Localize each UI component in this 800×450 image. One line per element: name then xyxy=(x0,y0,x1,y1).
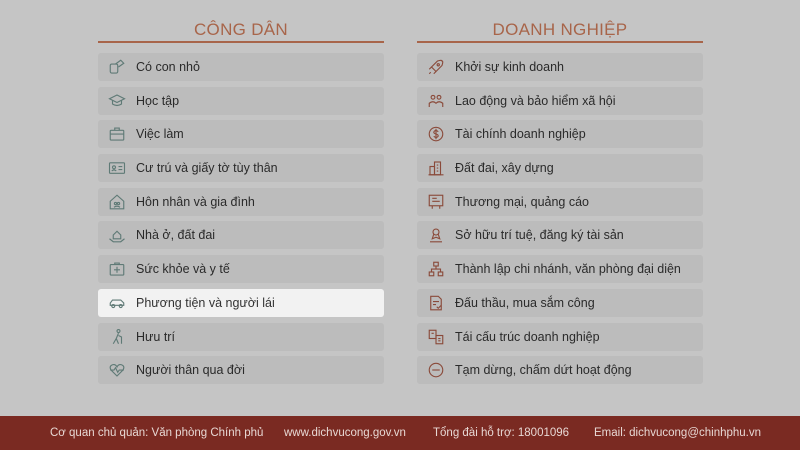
footer-email[interactable]: Email: dichvucong@chinhphu.vn xyxy=(594,427,761,439)
business-title-divider xyxy=(417,41,703,43)
citizen-item-label: Có con nhỏ xyxy=(136,60,200,74)
citizen-item-label: Hôn nhân và gia đình xyxy=(136,194,255,209)
citizen-item-residence[interactable]: Cư trú và giấy tờ tùy thân xyxy=(98,154,384,183)
restructure-icon xyxy=(426,327,446,347)
business-item-label: Thành lập chi nhánh, văn phòng đại diện xyxy=(455,262,681,277)
workers-icon xyxy=(426,91,446,111)
family-home-icon xyxy=(107,192,127,212)
citizen-item-employment[interactable]: Việc làm xyxy=(98,120,384,149)
building-icon xyxy=(426,158,446,178)
business-item-land[interactable]: Đất đai, xây dựng xyxy=(417,154,703,183)
business-item-finance[interactable]: Tài chính doanh nghiệp xyxy=(417,120,703,149)
footer-hotline: Tổng đài hỗ trợ: 18001096 xyxy=(433,427,570,439)
citizen-item-health[interactable]: Sức khỏe và y tế xyxy=(98,255,384,284)
org-chart-icon xyxy=(426,259,446,279)
citizen-item-label: Phương tiện và người lái xyxy=(136,295,275,310)
business-item-suspend[interactable]: Tạm dừng, chấm dứt hoạt động xyxy=(417,356,703,385)
business-item-label: Sở hữu trí tuệ, đăng ký tài sản xyxy=(455,228,624,243)
business-item-startup[interactable]: Khởi sự kinh doanh xyxy=(417,53,703,81)
citizen-item-housing[interactable]: Nhà ở, đất đai xyxy=(98,221,384,250)
citizen-item-label: Sức khỏe và y tế xyxy=(136,262,230,277)
footer: Cơ quan chủ quản: Văn phòng Chính phủ ww… xyxy=(0,416,800,450)
car-icon xyxy=(107,293,127,313)
business-item-label: Tạm dừng, chấm dứt hoạt động xyxy=(455,363,632,378)
citizen-title-divider xyxy=(98,41,384,43)
citizen-column: CÔNG DÂN Có con nhỏ Học tập Việc làm Cư … xyxy=(98,0,384,385)
business-column-title: DOANH NGHIỆP xyxy=(492,20,628,39)
business-item-labor[interactable]: Lao động và bảo hiểm xã hội xyxy=(417,86,703,115)
medical-kit-icon xyxy=(107,259,127,279)
rocket-icon xyxy=(426,57,446,77)
citizen-item-label: Nhà ở, đất đai xyxy=(136,228,216,243)
business-item-label: Tài chính doanh nghiệp xyxy=(455,127,586,142)
document-check-icon xyxy=(426,293,446,313)
id-card-icon xyxy=(107,158,127,178)
business-item-label: Đất đai, xây dựng xyxy=(455,161,554,176)
business-list: Khởi sự kinh doanh Lao động và bảo hiểm … xyxy=(417,53,703,385)
citizen-item-marriage[interactable]: Hôn nhân và gia đình xyxy=(98,187,384,216)
minus-circle-icon xyxy=(426,360,446,380)
citizen-list: Có con nhỏ Học tập Việc làm Cư trú và gi… xyxy=(98,53,384,385)
citizen-item-vehicles[interactable]: Phương tiện và người lái xyxy=(98,288,384,317)
graduation-cap-icon xyxy=(107,91,127,111)
footer-agency: Cơ quan chủ quản: Văn phòng Chính phủ xyxy=(50,427,264,439)
citizen-item-label: Việc làm xyxy=(136,127,184,142)
house-land-icon xyxy=(107,225,127,245)
citizen-item-label: Người thân qua đời xyxy=(136,363,245,378)
citizen-item-label: Học tập xyxy=(136,93,180,108)
business-item-label: Thương mại, quảng cáo xyxy=(455,194,590,209)
citizen-item-education[interactable]: Học tập xyxy=(98,86,384,115)
citizen-item-retirement[interactable]: Hưu trí xyxy=(98,322,384,351)
business-column: DOANH NGHIỆP Khởi sự kinh doanh Lao động… xyxy=(417,0,703,385)
business-item-label: Tái cấu trúc doanh nghiệp xyxy=(455,329,600,344)
briefcase-icon xyxy=(107,124,127,144)
citizen-column-title: CÔNG DÂN xyxy=(193,20,288,39)
billboard-icon xyxy=(426,192,446,212)
business-item-label: Đấu thầu, mua sắm công xyxy=(455,295,595,310)
dollar-icon xyxy=(426,124,446,144)
business-item-branch[interactable]: Thành lập chi nhánh, văn phòng đại diện xyxy=(417,255,703,284)
citizen-item-children[interactable]: Có con nhỏ xyxy=(98,53,384,81)
heart-pulse-icon xyxy=(107,360,127,380)
business-item-label: Khởi sự kinh doanh xyxy=(455,60,564,74)
certificate-icon xyxy=(426,225,446,245)
business-item-procurement[interactable]: Đấu thầu, mua sắm công xyxy=(417,288,703,317)
business-item-trade[interactable]: Thương mại, quảng cáo xyxy=(417,187,703,216)
elderly-icon xyxy=(107,327,127,347)
business-item-label: Lao động và bảo hiểm xã hội xyxy=(455,93,616,108)
citizen-item-label: Hưu trí xyxy=(136,329,175,344)
baby-icon xyxy=(107,57,127,77)
business-item-restructure[interactable]: Tái cấu trúc doanh nghiệp xyxy=(417,322,703,351)
citizen-item-deceased[interactable]: Người thân qua đời xyxy=(98,356,384,385)
business-item-ip[interactable]: Sở hữu trí tuệ, đăng ký tài sản xyxy=(417,221,703,250)
footer-website-link[interactable]: www.dichvucong.gov.vn xyxy=(284,427,406,439)
citizen-item-label: Cư trú và giấy tờ tùy thân xyxy=(136,161,278,176)
